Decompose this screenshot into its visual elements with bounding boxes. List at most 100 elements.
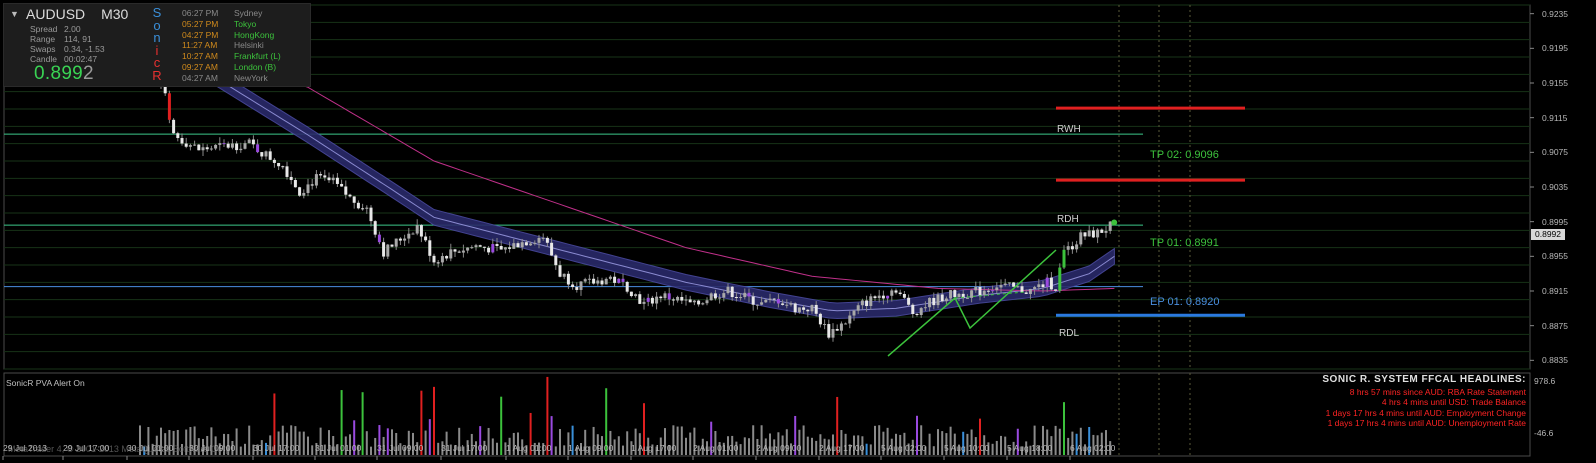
candle-body [550,242,554,256]
candle-body [1024,292,1028,294]
candle-body [676,296,680,301]
volume-scale-bottom: -46.6 [1534,428,1554,438]
volume-indicator-label[interactable]: SonicR PVA Alert On [6,378,85,388]
volume-bar [928,433,931,455]
candle-body [823,324,827,326]
symbol-stats: Spread 2.00 Range 114, 91 Swaps 0.34, -1.53 Ca… [30,24,105,64]
candle-body [734,297,738,299]
candle-body [1096,229,1100,238]
candle-body [596,280,600,284]
candle-body [1083,232,1087,237]
session-row: 04:27 PM HongKong [182,30,281,41]
candle-body [1104,230,1108,233]
candle-body [1007,282,1011,284]
candle-body [991,290,995,292]
candle-body [743,292,747,298]
candle-body [487,247,491,253]
collapse-triangle-icon[interactable]: ▼ [10,9,19,19]
time-tick-label: 31 Jul 17:00 [441,443,488,453]
candle-body [1100,229,1104,233]
candle-body [205,147,209,150]
candle-body [419,225,423,237]
candle-body [957,293,961,298]
headline-item: 8 hrs 57 mins since AUD: RBA Rate Statem… [1349,386,1526,397]
candle-body [306,184,310,193]
candle-body [1041,284,1045,288]
rdl-label: RDL [1059,328,1080,339]
headlines-title: SONIC R. SYSTEM FFCAL HEADLINES: [1322,374,1526,385]
candle-body [503,247,507,250]
candle-body [222,143,226,145]
candle-body [478,245,482,247]
candle-body [634,294,638,297]
candle-body [768,298,772,300]
candle-body [461,250,465,253]
stat-value: 2.00 [64,24,81,34]
volume-bar [307,436,309,455]
candle-body [323,175,327,178]
candle-body [575,287,579,290]
volume-bar [1000,435,1002,455]
candle-body [445,256,449,259]
candle-body [869,296,873,307]
session-row: 10:27 AM Frankfurt (L) [182,51,281,62]
time-tick-label: 2 Aug 09:00 [756,443,802,453]
candle-body [604,278,608,285]
candle-body [625,281,629,292]
candle-body [491,244,495,253]
candle-body [1020,286,1024,293]
symbol-info-panel: ▼ AUDUSD M30 Spread 2.00 Range 114, 91 Swaps… [3,3,311,87]
volume-bar [1054,425,1057,455]
volume-bar [689,432,692,455]
candle-body [533,242,537,244]
candle-body [915,313,919,315]
candle-body [806,309,810,312]
headline-item: 1 days 17 hrs 4 mins until AUD: Unemploy… [1327,418,1526,429]
candle-body [193,144,197,146]
candle-body [907,297,911,305]
volume-bar [370,446,372,455]
candle-body [999,285,1003,288]
candle-body [554,255,558,266]
candle-body [214,144,218,149]
candle-body [436,262,440,264]
candle-body [818,313,822,325]
candle-body [482,246,486,248]
candle-body [340,183,344,187]
candle-body [440,256,444,263]
candle-body [529,243,533,246]
volume-bar [869,444,872,455]
session-row: 06:27 PM Sydney [182,8,281,19]
session-row: 11:27 AM Helsinki [182,40,281,51]
rwh-label: RWH [1057,124,1081,135]
candle-body [587,278,591,280]
price-tick-label: 0.8875 [1542,320,1568,331]
symbol-title: ▼ AUDUSD M30 [10,6,128,22]
candle-body [978,286,982,296]
candle-body [508,247,512,249]
candle-body [499,245,503,250]
candle-body [1070,246,1074,250]
candle-body [1062,249,1066,268]
session-city: Sydney [234,8,263,18]
candle-body [449,249,453,259]
time-tick-label: 30 Jul 09:00 [189,443,236,453]
time-tick-label: 1 Aug 01:00 [506,443,552,453]
stat-row: Swaps 0.34, -1.53 [30,44,105,54]
candle-body [986,290,990,292]
sonic-r-logo: SonicR [151,6,163,82]
time-tick-label: 2 Aug 01:00 [693,443,739,453]
candle-body [310,184,314,186]
volume-bar [865,443,868,455]
session-time: 04:27 PM [182,29,219,40]
candle-body [1079,232,1083,245]
volume-bar [424,430,427,455]
volume-bar [995,440,998,455]
candle-body [172,119,176,134]
session-time: 06:27 PM [182,8,219,18]
candle-body [659,296,663,299]
candle-body [470,247,474,249]
candle-body [453,249,457,252]
candle-body [1091,230,1095,238]
candle-body [747,292,751,297]
